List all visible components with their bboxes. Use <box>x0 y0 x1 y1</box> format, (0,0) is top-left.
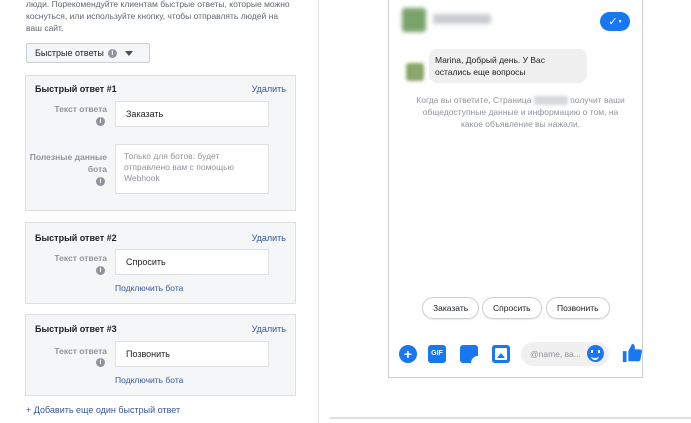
quick-replies-dropdown[interactable]: Быстрые ответы i <box>26 43 150 63</box>
system-notice: Когда вы ответите, Страница получит ваши… <box>413 94 628 130</box>
image-icon[interactable] <box>492 345 510 363</box>
quick-replies-settings-panel: люди. Порекомендуйте клиентам быстрые от… <box>0 0 318 423</box>
plus-icon[interactable]: + <box>399 345 417 363</box>
reply-text-input[interactable]: Позвонить <box>115 341 269 367</box>
sticker-icon[interactable] <box>460 345 478 363</box>
header-check-button[interactable]: ✓ ▾ <box>600 12 630 31</box>
connect-bot-link[interactable]: Подключить бота <box>115 375 183 385</box>
emoji-icon[interactable] <box>587 345 604 362</box>
info-icon: i <box>96 177 105 186</box>
card-title: Быстрый ответ #1 <box>35 84 117 94</box>
quick-reply-chip-order[interactable]: Заказать <box>422 297 480 319</box>
info-icon: i <box>96 358 105 367</box>
info-icon: i <box>107 48 117 58</box>
composer-bar: + GIF @name, ва... <box>389 337 644 373</box>
card-title: Быстрый ответ #3 <box>35 324 117 334</box>
quick-reply-chip-ask[interactable]: Спросить <box>482 297 542 319</box>
delete-button[interactable]: Удалить <box>252 324 286 334</box>
payload-textarea[interactable]: Только для ботов: будет отправлено вам с… <box>115 144 269 194</box>
add-quick-reply-link[interactable]: + Добавить еще один быстрый ответ <box>26 405 180 415</box>
intro-text: люди. Порекомендуйте клиентам быстрые от… <box>26 0 290 33</box>
preview-panel-divider <box>330 417 691 419</box>
reply-text-input[interactable]: Заказать <box>115 101 269 127</box>
connect-bot-link[interactable]: Подключить бота <box>115 283 183 293</box>
gif-icon[interactable]: GIF <box>428 345 446 363</box>
quick-reply-card-2: Быстрый ответ #2 Удалить Текст ответа i … <box>25 222 296 304</box>
sender-avatar <box>406 63 424 81</box>
page-name-blurred <box>533 96 568 106</box>
system-notice-start: Когда вы ответите, Страница <box>416 95 532 105</box>
card-title: Быстрый ответ #2 <box>35 233 117 243</box>
message-bubble: Marina, Добрый день. У Вас остались еще … <box>429 49 587 83</box>
reply-text-label: Текст ответа <box>54 346 107 356</box>
page-avatar <box>402 8 426 32</box>
quick-reply-chip-call[interactable]: Позвонить <box>546 297 610 319</box>
info-icon: i <box>96 117 105 126</box>
quick-reply-card-3: Быстрый ответ #3 Удалить Текст ответа i … <box>25 314 296 396</box>
check-icon: ✓ <box>608 16 618 28</box>
page-name-blurred <box>433 14 491 24</box>
thumbs-up-icon[interactable] <box>621 342 643 364</box>
caret-down-icon <box>124 50 133 56</box>
delete-button[interactable]: Удалить <box>252 233 286 243</box>
messenger-preview: ✓ ▾ Marina, Добрый день. У Вас остались … <box>388 0 643 378</box>
info-icon: i <box>96 266 105 275</box>
reply-text-input[interactable]: Спросить <box>115 249 269 275</box>
quick-replies-dropdown-label: Быстрые ответы <box>35 48 104 58</box>
reply-text-label: Текст ответа <box>54 104 107 114</box>
payload-label: Полезные данные бота <box>29 152 107 174</box>
caret-down-icon: ▾ <box>618 19 622 25</box>
quick-reply-card-1: Быстрый ответ #1 Удалить Текст ответа i … <box>25 75 296 211</box>
reply-text-label: Текст ответа <box>54 253 107 263</box>
delete-button[interactable]: Удалить <box>252 84 286 94</box>
